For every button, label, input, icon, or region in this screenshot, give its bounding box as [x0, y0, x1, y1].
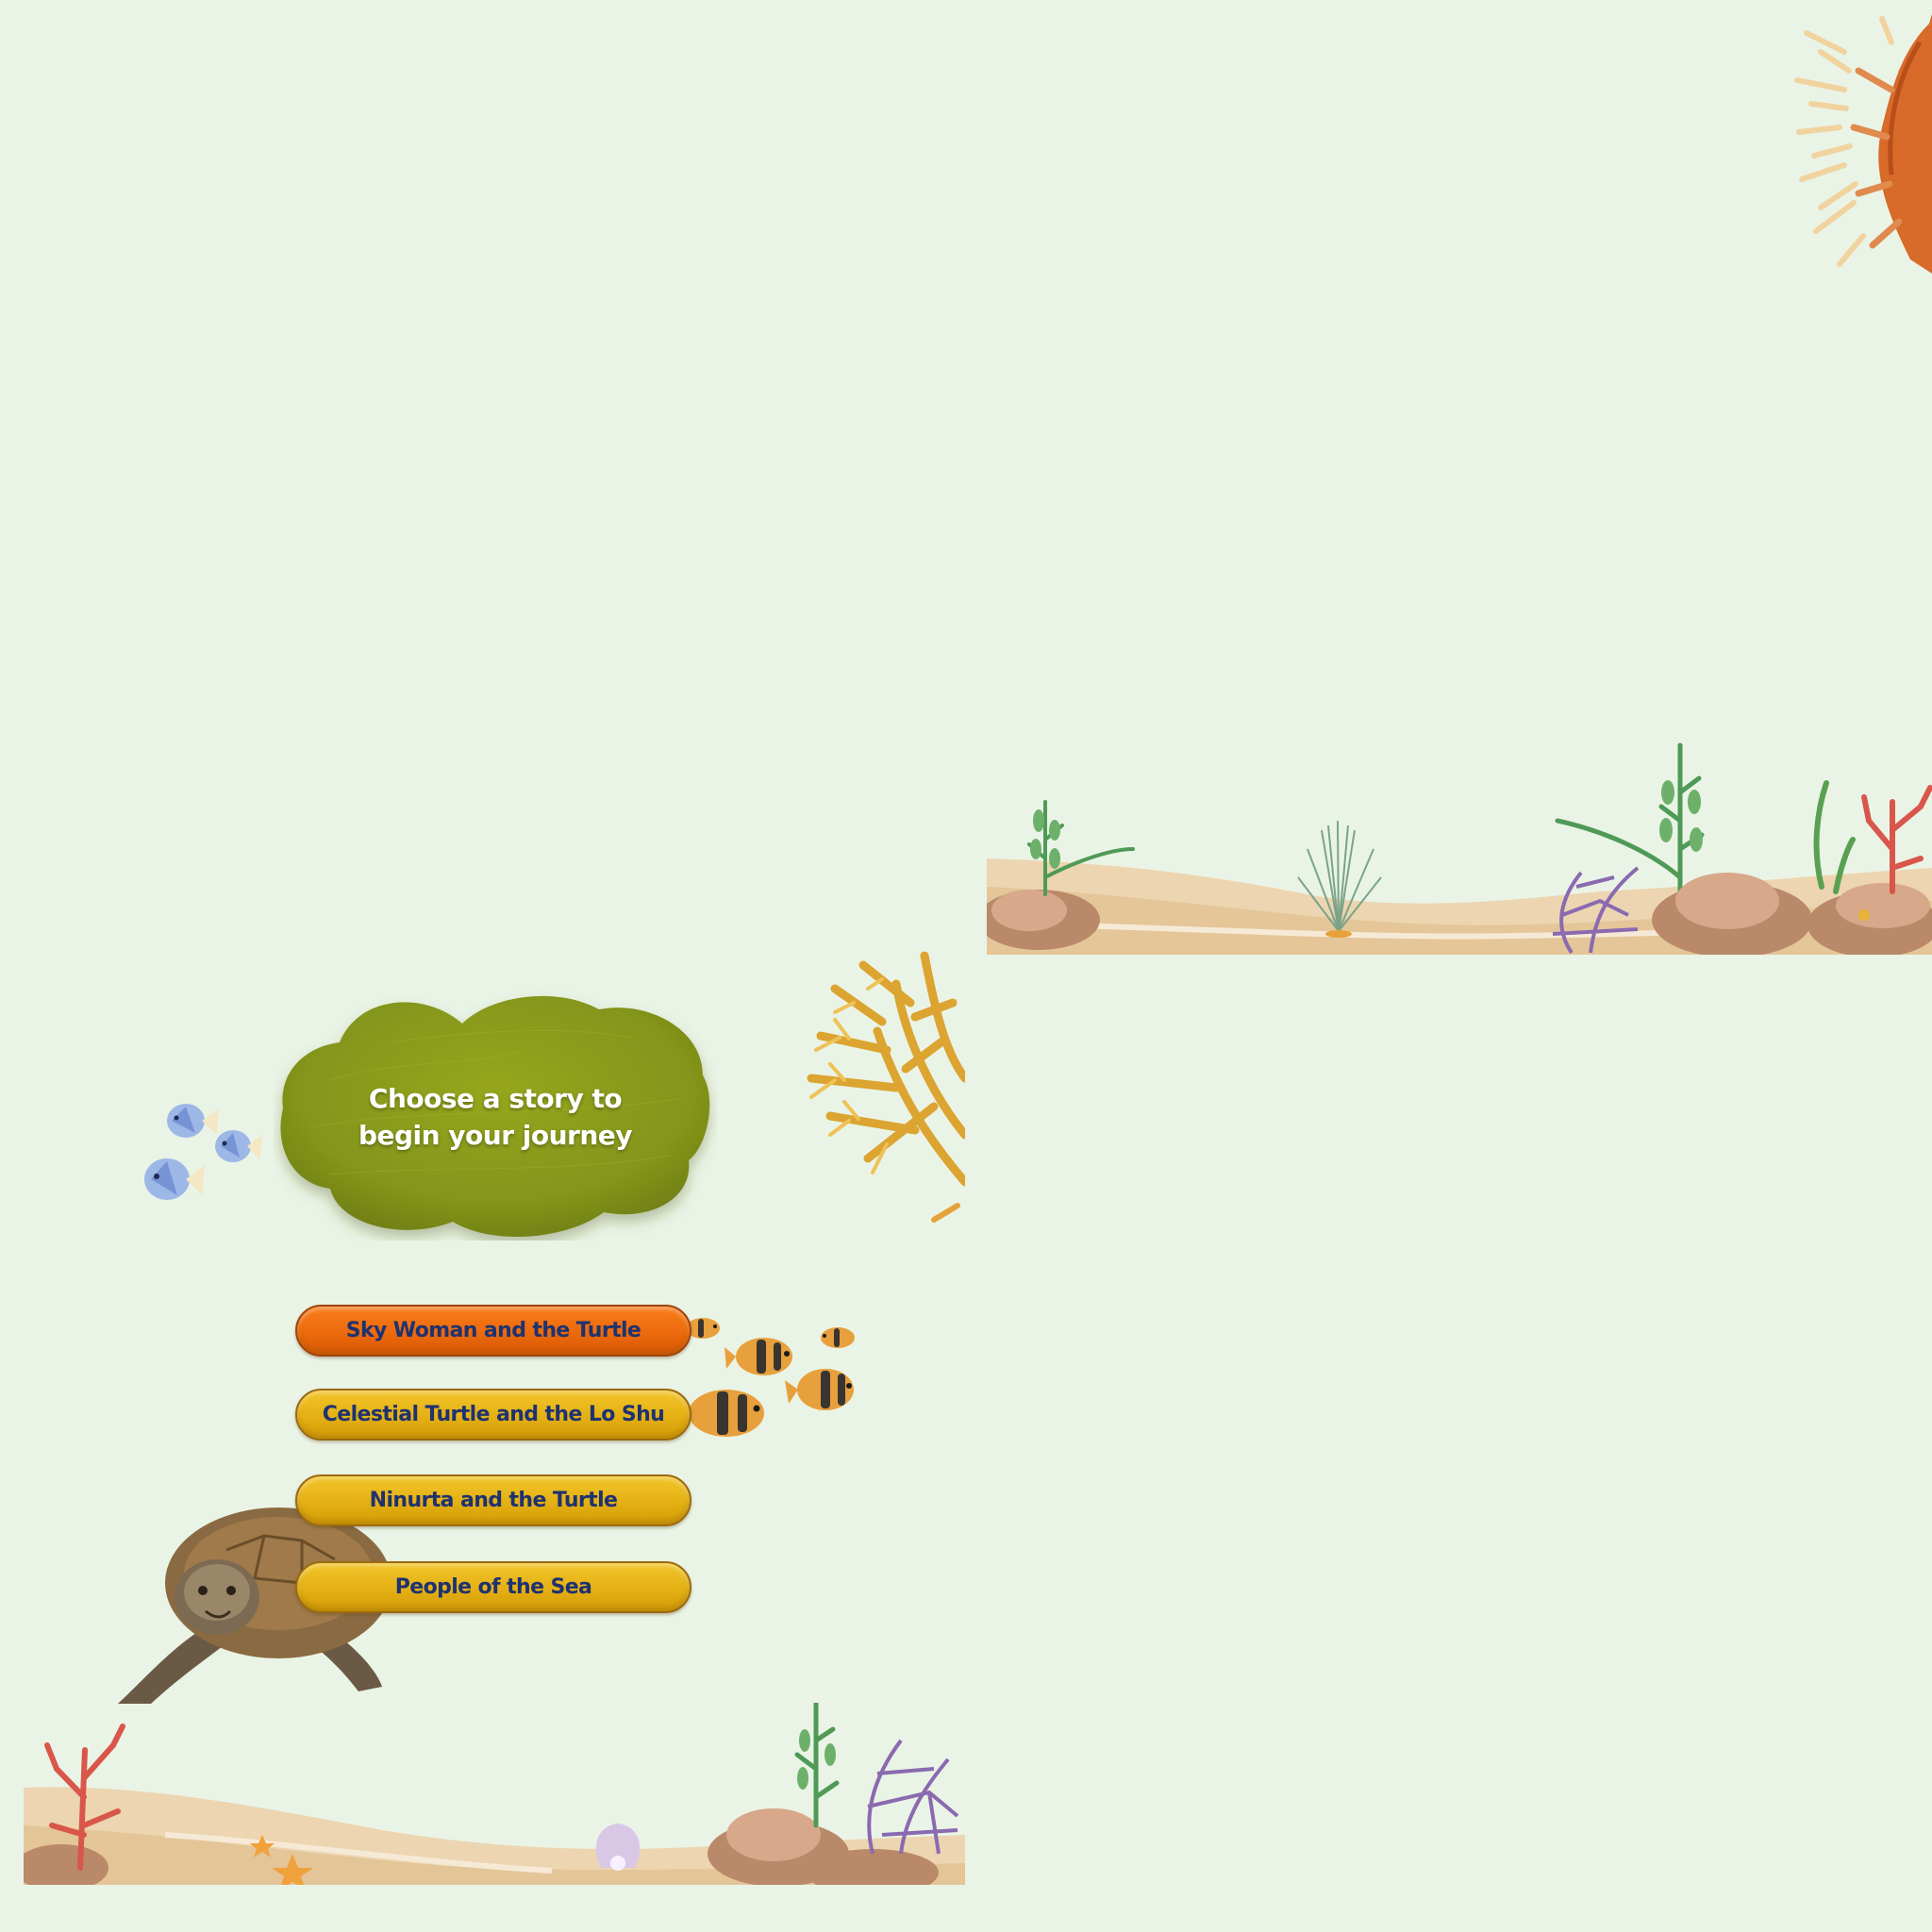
- yellow-coral: [807, 951, 965, 1223]
- story-select-screen: Choose a story to begin your journey Sky…: [0, 0, 1932, 1932]
- pearl-shell: [595, 1824, 641, 1871]
- story-button-people-of-the-sea[interactable]: People of the Sea: [295, 1561, 691, 1613]
- seabed-strip-lower: [24, 1703, 965, 1885]
- story-button-ninurta[interactable]: Ninurta and the Turtle: [295, 1474, 691, 1526]
- seabed-strip-upper: [987, 742, 1932, 955]
- starfish: [250, 1835, 313, 1885]
- coral-branch-topright: [1794, 14, 1932, 274]
- page-title: Choose a story to begin your journey: [358, 1083, 633, 1151]
- blue-fish-school: [144, 1104, 262, 1200]
- story-button-celestial-turtle[interactable]: Celestial Turtle and the Lo Shu: [295, 1389, 691, 1441]
- clownfish-school: [672, 1318, 855, 1437]
- story-button-sky-woman[interactable]: Sky Woman and the Turtle: [295, 1305, 691, 1357]
